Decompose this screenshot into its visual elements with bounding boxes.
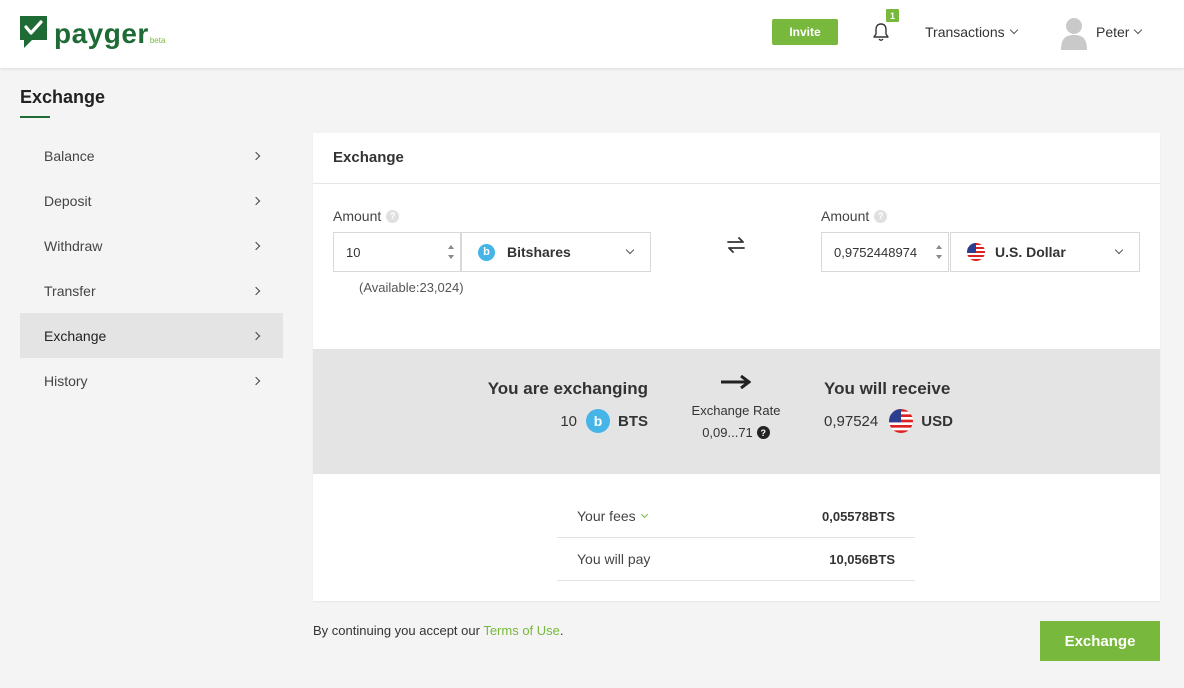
exchange-submit-button[interactable]: Exchange bbox=[1040, 621, 1160, 661]
question-icon[interactable]: ? bbox=[756, 426, 770, 439]
exchanging-value: 10 b BTS bbox=[560, 409, 648, 433]
chevron-right-icon bbox=[251, 151, 261, 160]
us-flag-icon bbox=[889, 409, 914, 433]
from-amount-field[interactable] bbox=[333, 232, 461, 272]
to-amount-label-text: Amount bbox=[821, 208, 870, 224]
terms-of-use-link[interactable]: Terms of Use bbox=[483, 623, 560, 638]
transactions-label: Transactions bbox=[925, 24, 1005, 40]
exchanging-amount: 10 bbox=[560, 412, 577, 430]
sidebar-item-label: Withdraw bbox=[44, 237, 103, 254]
terms-notice: By continuing you accept our Terms of Us… bbox=[313, 623, 564, 638]
chevron-down-icon bbox=[625, 245, 635, 255]
payger-logo-icon bbox=[20, 16, 47, 48]
chevron-right-icon bbox=[251, 331, 261, 340]
terms-prefix: By continuing you accept our bbox=[313, 623, 484, 638]
chevron-down-icon bbox=[1009, 25, 1018, 35]
help-icon[interactable]: ? bbox=[386, 209, 400, 223]
number-stepper-icon[interactable] bbox=[447, 245, 455, 259]
us-flag-icon bbox=[967, 243, 985, 261]
chevron-right-icon bbox=[251, 286, 261, 295]
sidebar-item-exchange[interactable]: Exchange bbox=[20, 313, 283, 358]
from-currency-select[interactable]: b Bitshares bbox=[461, 232, 651, 272]
invite-button[interactable]: Invite bbox=[772, 19, 838, 45]
to-amount-input[interactable] bbox=[822, 244, 948, 260]
chevron-down-icon bbox=[1114, 245, 1124, 255]
sidebar-item-label: Deposit bbox=[44, 192, 92, 209]
fees-row[interactable]: Your fees 0,05578BTS bbox=[557, 495, 915, 538]
receive-title: You will receive bbox=[824, 379, 951, 398]
to-currency-select[interactable]: U.S. Dollar bbox=[950, 232, 1140, 272]
to-amount-label: Amount ? bbox=[821, 208, 888, 224]
chevron-right-icon bbox=[251, 376, 261, 385]
fees-value: 0,05578BTS bbox=[822, 508, 895, 524]
sidebar-item-deposit[interactable]: Deposit bbox=[20, 178, 283, 223]
to-amount-field[interactable] bbox=[821, 232, 949, 272]
bitshares-icon: b bbox=[478, 243, 495, 261]
sidebar-item-withdraw[interactable]: Withdraw bbox=[20, 223, 283, 268]
receive-currency: USD bbox=[921, 412, 953, 430]
available-balance: (Available:23,024) bbox=[359, 280, 464, 295]
brand-beta-tag: beta bbox=[149, 36, 166, 45]
page-title: Exchange bbox=[20, 87, 106, 107]
fees-label: Your fees bbox=[577, 508, 636, 524]
pay-row: You will pay 10,056BTS bbox=[557, 538, 915, 581]
receive-amount: 0,97524 bbox=[824, 412, 879, 430]
avatar[interactable] bbox=[1061, 17, 1087, 50]
bitshares-icon: b bbox=[586, 409, 610, 433]
from-currency-label: Bitshares bbox=[507, 244, 571, 260]
sidebar-item-transfer[interactable]: Transfer bbox=[20, 268, 283, 313]
help-icon[interactable]: ? bbox=[874, 209, 888, 223]
from-amount-label-text: Amount bbox=[333, 208, 382, 224]
chevron-right-icon bbox=[251, 241, 261, 250]
swap-icon[interactable] bbox=[727, 237, 745, 253]
notification-badge: 1 bbox=[886, 9, 899, 22]
bell-icon[interactable] bbox=[872, 22, 890, 42]
chevron-down-icon bbox=[1134, 25, 1143, 35]
terms-suffix: . bbox=[559, 623, 564, 638]
exchange-rate-value: 0,09...71 ? bbox=[686, 425, 786, 440]
chevron-down-icon bbox=[640, 510, 648, 519]
title-underline bbox=[20, 116, 50, 118]
exchanging-currency: BTS bbox=[618, 412, 648, 430]
sidebar-item-label: Transfer bbox=[44, 282, 96, 299]
from-amount-label: Amount ? bbox=[333, 208, 400, 224]
pay-value: 10,056BTS bbox=[829, 551, 895, 567]
sidebar-item-label: Exchange bbox=[44, 327, 107, 344]
exchange-rate-label: Exchange Rate bbox=[691, 403, 781, 418]
payger-logo[interactable]: payger beta bbox=[20, 16, 165, 48]
pay-label: You will pay bbox=[577, 551, 651, 567]
card-title: Exchange bbox=[333, 149, 404, 166]
user-name: Peter bbox=[1096, 24, 1130, 40]
number-stepper-icon[interactable] bbox=[935, 245, 943, 259]
exchange-card: Exchange Amount ? b Bitshares (Available… bbox=[313, 133, 1160, 601]
to-currency-label: U.S. Dollar bbox=[995, 244, 1066, 260]
top-header: payger beta Invite 1 Transactions Peter bbox=[0, 0, 1184, 68]
receive-value: 0,97524 USD bbox=[824, 409, 953, 433]
brand-name: payger bbox=[54, 18, 149, 49]
user-menu[interactable]: Peter bbox=[1096, 24, 1143, 40]
chevron-right-icon bbox=[251, 196, 261, 205]
sidebar-nav: Balance Deposit Withdraw Transfer Exchan… bbox=[20, 133, 283, 403]
sidebar-item-history[interactable]: History bbox=[20, 358, 283, 403]
arrow-right-icon bbox=[721, 375, 751, 389]
sidebar-item-balance[interactable]: Balance bbox=[20, 133, 283, 178]
fees-label-group: Your fees bbox=[577, 508, 648, 524]
exchange-summary: You are exchanging 10 b BTS Exchange Rat… bbox=[313, 349, 1160, 474]
sidebar-item-label: Balance bbox=[44, 147, 95, 164]
transactions-menu[interactable]: Transactions bbox=[925, 24, 1018, 40]
from-amount-input[interactable] bbox=[334, 244, 460, 260]
divider bbox=[313, 183, 1160, 184]
exchanging-title: You are exchanging bbox=[487, 379, 648, 398]
sidebar-item-label: History bbox=[44, 372, 88, 389]
exchange-rate-text: 0,09...71 bbox=[702, 425, 753, 440]
